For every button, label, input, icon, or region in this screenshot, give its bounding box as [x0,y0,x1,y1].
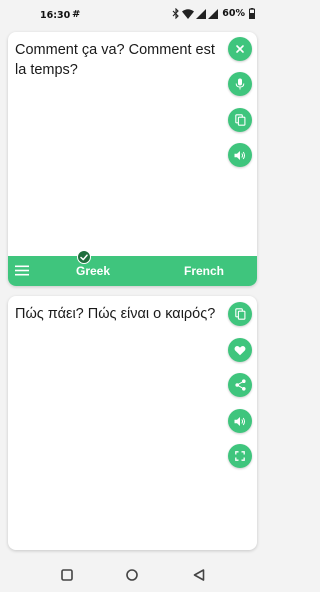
mic-icon [235,78,245,90]
target-text: Πώς πάει? Πώς είναι ο καιρός? [15,306,216,322]
menu-icon[interactable] [15,265,29,276]
close-icon [236,45,244,53]
status-icons: 60% [172,8,255,19]
heart-icon [234,345,246,355]
navigation-bar [0,560,265,592]
bluetooth-icon [172,8,180,19]
signal-icon [196,8,207,19]
status-time: 16:30 [40,10,71,21]
copy-icon [234,114,245,126]
speak-translation-button[interactable] [228,409,252,433]
share-button[interactable] [228,373,252,397]
home-circle-icon[interactable] [126,569,138,581]
source-language[interactable]: Greek [76,264,110,278]
language-bar: Greek French [8,256,257,286]
source-panel: Comment ça va? Comment est la temps? Gre… [8,32,257,286]
copy-icon [234,308,245,320]
status-bar: 16:30 # 60% [0,0,265,30]
speaker-icon [234,416,245,426]
copy-translation-button[interactable] [228,302,252,326]
speak-source-button[interactable] [228,143,252,167]
battery-icon [249,8,255,19]
favorite-button[interactable] [228,338,252,362]
copy-source-button[interactable] [228,108,252,132]
target-panel: Πώς πάει? Πώς είναι ο καιρός? [8,296,257,550]
recents-square-icon[interactable] [61,569,73,581]
slack-notification-icon: # [72,9,81,20]
signal-icon-2 [208,8,219,19]
fullscreen-icon [235,451,245,461]
battery-text: 60% [222,8,245,19]
clear-button[interactable] [228,37,252,61]
speaker-icon [234,150,245,160]
wifi-icon [182,8,195,19]
mic-button[interactable] [228,72,252,96]
check-icon [77,250,91,264]
target-language[interactable]: French [184,264,224,278]
source-text[interactable]: Comment ça va? Comment est la temps? [15,40,230,80]
fullscreen-button[interactable] [228,444,252,468]
share-icon [234,379,246,391]
back-triangle-icon[interactable] [193,569,205,581]
